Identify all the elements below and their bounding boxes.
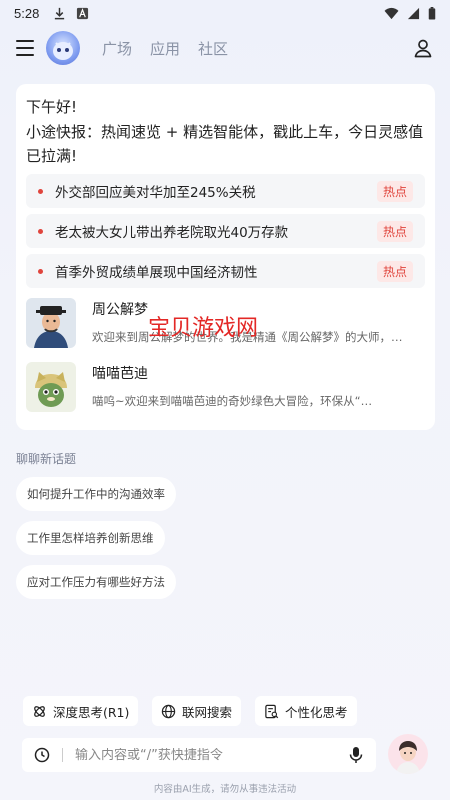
green-cat-icon: [26, 362, 76, 412]
news-title: 首季外贸成绩单展现中国经济韧性: [55, 265, 258, 281]
nav-tabs: 广场 应用 社区: [102, 38, 228, 59]
status-bar: 5:28: [0, 0, 450, 26]
bullet-dot-icon: [38, 268, 43, 274]
news-title: 外交部回应美对华加至245%关税: [55, 185, 256, 201]
hot-badge: 热点: [376, 220, 413, 242]
agent-avatar-dream: [26, 298, 76, 348]
news-item[interactable]: 外交部回应美对华加至245%关税 热点: [26, 174, 425, 208]
document-search-icon: [265, 704, 279, 718]
agent-desc: 喵呜~欢迎来到喵喵芭迪的奇妙绿色大冒险，环保从“…: [92, 394, 373, 408]
web-search-button[interactable]: 联网搜索: [152, 696, 242, 726]
history-clock-icon[interactable]: [34, 747, 50, 763]
tab-apps[interactable]: 应用: [150, 38, 180, 59]
scholar-character-icon: [26, 298, 76, 348]
personal-think-button[interactable]: 个性化思考: [255, 696, 357, 726]
font-a-icon: [77, 7, 89, 19]
wifi-icon: [384, 7, 399, 19]
deep-think-label: 深度思考(R1): [53, 704, 130, 720]
agent-item[interactable]: 周公解梦 欢迎来到周公解梦的世界。我是精通《周公解梦》的大师，…: [26, 298, 425, 348]
assistant-girl-icon: [388, 734, 428, 774]
agent-name: 喵喵芭迪: [92, 366, 148, 382]
topic-chip[interactable]: 工作里怎样培养创新思维: [16, 521, 165, 555]
assistant-avatar[interactable]: [388, 734, 428, 774]
personal-think-label: 个性化思考: [285, 704, 348, 720]
greeting: 下午好!: [26, 98, 78, 116]
agent-desc: 欢迎来到周公解梦的世界。我是精通《周公解梦》的大师，…: [92, 330, 403, 344]
top-nav: 广场 应用 社区: [0, 28, 450, 68]
hot-badge: 热点: [376, 260, 413, 282]
chat-input[interactable]: [75, 747, 348, 763]
bullet-dot-icon: [38, 188, 43, 194]
robot-mascot-icon: [53, 42, 73, 60]
brief-intro: 小途快报：热闻速览 + 精选智能体，戳此上车，今日灵感值已拉满!: [26, 123, 424, 165]
battery-icon: [428, 6, 436, 20]
ai-disclaimer: 内容由AI生成，请勿从事违法活动: [153, 784, 297, 795]
news-item[interactable]: 老太被大女儿带出养老院取光40万存款 热点: [26, 214, 425, 248]
globe-icon: [161, 704, 176, 718]
topic-chip[interactable]: 如何提升工作中的沟通效率: [16, 477, 176, 511]
topics-label: 聊聊新话题: [16, 452, 77, 466]
web-search-label: 联网搜索: [182, 704, 233, 720]
agent-avatar-cat: [26, 362, 76, 412]
status-time: 5:28: [14, 5, 40, 21]
daily-brief-card: 下午好! 小途快报：热闻速览 + 精选智能体，戳此上车，今日灵感值已拉满! 外交…: [16, 84, 435, 430]
menu-icon[interactable]: [16, 40, 34, 56]
chat-input-bar: [22, 738, 376, 772]
atom-icon: [34, 705, 45, 717]
app-avatar[interactable]: [46, 31, 80, 65]
deep-think-button[interactable]: 深度思考(R1): [23, 696, 139, 726]
news-list: 外交部回应美对华加至245%关税 热点 老太被大女儿带出养老院取光40万存款 热…: [26, 174, 425, 288]
news-title: 老太被大女儿带出养老院取光40万存款: [55, 225, 289, 241]
tab-plaza[interactable]: 广场: [102, 38, 132, 59]
tab-community[interactable]: 社区: [198, 38, 228, 59]
user-icon[interactable]: [412, 37, 434, 59]
input-divider: [62, 748, 63, 762]
signal-icon: [407, 7, 420, 19]
agent-list: 周公解梦 欢迎来到周公解梦的世界。我是精通《周公解梦》的大师，… 喵喵芭迪 喵呜…: [26, 298, 425, 412]
news-item[interactable]: 首季外贸成绩单展现中国经济韧性 热点: [26, 254, 425, 288]
hot-badge: 热点: [376, 180, 413, 202]
microphone-icon[interactable]: [348, 746, 364, 764]
bullet-dot-icon: [38, 228, 43, 234]
topic-chip[interactable]: 应对工作压力有哪些好方法: [16, 565, 176, 599]
download-icon: [55, 7, 65, 19]
agent-name: 周公解梦: [92, 302, 148, 318]
agent-item[interactable]: 喵喵芭迪 喵呜~欢迎来到喵喵芭迪的奇妙绿色大冒险，环保从“…: [26, 362, 425, 412]
